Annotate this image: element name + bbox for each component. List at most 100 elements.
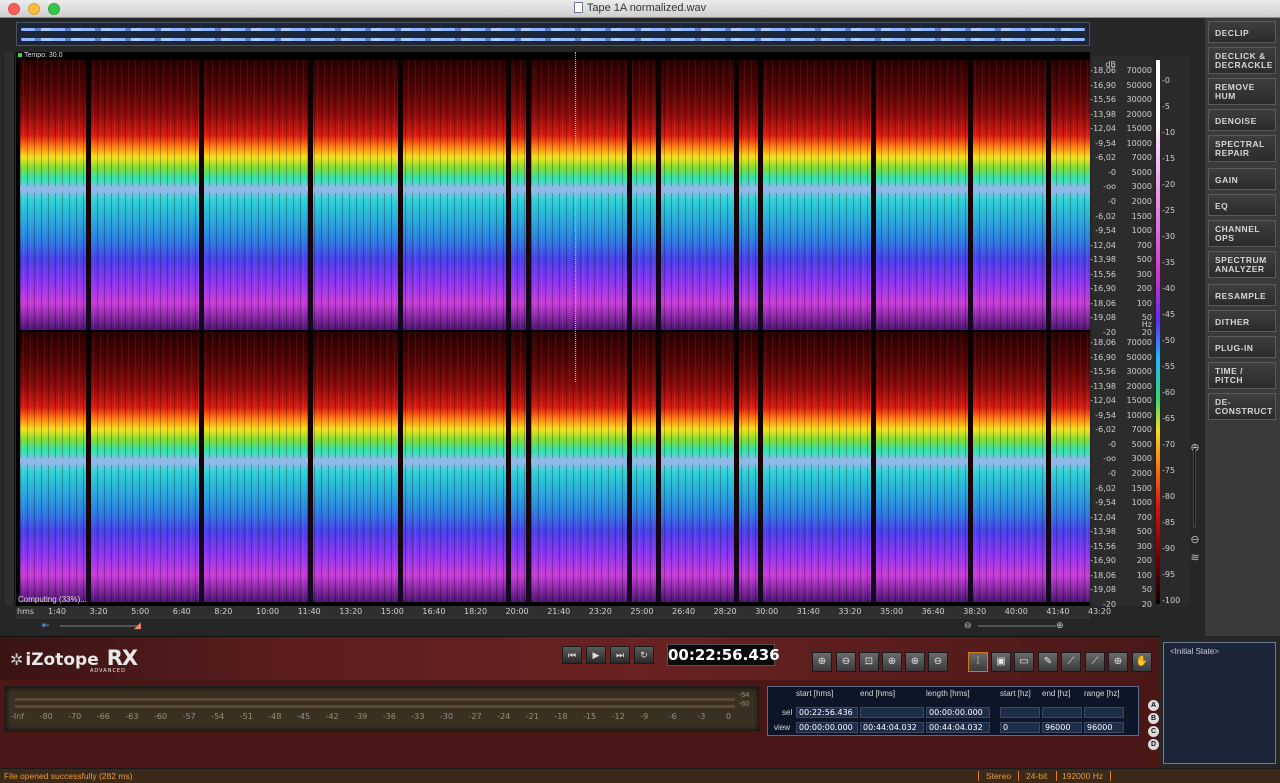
loop-button[interactable]: ↻: [634, 646, 654, 664]
module-declick-decrackle-button[interactable]: DECLICK & DECRACKLE: [1208, 47, 1276, 74]
hz-tick-label: 50: [1141, 313, 1152, 323]
view-range-hz-field[interactable]: 96000: [1084, 722, 1124, 733]
module-de-construct-button[interactable]: DE-CONSTRUCT: [1208, 393, 1276, 420]
zoom-vertical-tool-icon[interactable]: ⊖: [928, 652, 948, 672]
color-scale-tick: -60: [1162, 388, 1176, 397]
status-divider: [1110, 771, 1111, 781]
spectrogram-channel-left[interactable]: [20, 60, 1090, 330]
hz-tick-label: 1500: [1131, 211, 1152, 221]
meter-scale-label: -33: [411, 712, 425, 721]
horizontal-zoom-control[interactable]: ⇤ ◢ ⊖ ⊕: [16, 620, 1090, 632]
zoom-selection-tool-icon[interactable]: ⊕: [882, 652, 902, 672]
spectrogram-channel-right[interactable]: [20, 332, 1090, 602]
compare-b-button[interactable]: B: [1148, 713, 1159, 724]
silence-gap: [506, 332, 511, 602]
zoom-out-tool-icon[interactable]: ⊖: [836, 652, 856, 672]
module-declip-button[interactable]: DECLIP: [1208, 21, 1276, 43]
meter-scale-label: -30: [440, 712, 454, 721]
color-scale-tick: -45: [1162, 310, 1176, 319]
module-dither-button[interactable]: DITHER: [1208, 310, 1276, 332]
zoom-horizontal-tool-icon[interactable]: ⊕: [905, 652, 925, 672]
lasso-tool-icon[interactable]: ✎: [1038, 652, 1058, 672]
meter-scale-label: -66: [96, 712, 110, 721]
time-ruler-label: 3:20: [89, 607, 108, 616]
module-denoise-button[interactable]: DENOISE: [1208, 109, 1276, 131]
waveform-band: [20, 457, 1090, 465]
horizontal-zoom-slider[interactable]: [978, 625, 1056, 627]
view-end-field[interactable]: 00:44:04.032: [860, 722, 924, 733]
time-frequency-selection-tool-icon[interactable]: ▣: [991, 652, 1011, 672]
waveform-overview[interactable]: [16, 22, 1090, 46]
module-spectral-repair-button[interactable]: SPECTRAL REPAIR: [1208, 135, 1276, 162]
module-remove-hum-button[interactable]: REMOVE HUM: [1208, 78, 1276, 105]
module-spectrum-analyzer-button[interactable]: SPECTRUM ANALYZER: [1208, 251, 1276, 278]
hz-tick-label: 100: [1136, 298, 1152, 308]
module-plug-in-button[interactable]: PLUG-IN: [1208, 336, 1276, 358]
spectrogram-view[interactable]: Tempo: 30.0 Computing (33%)...: [16, 52, 1090, 606]
hz-tick-label: 300: [1136, 541, 1152, 551]
sel-end-hz-field[interactable]: [1042, 707, 1082, 718]
view-length-field[interactable]: 00:44:04.032: [926, 722, 990, 733]
go-to-start-button[interactable]: ⏮: [562, 646, 582, 664]
time-ruler-label: 20:00: [505, 607, 529, 616]
time-ruler-label: 6:40: [172, 607, 191, 616]
db-tick-label: -oo: [1103, 454, 1116, 464]
play-selection-button[interactable]: ⏭: [610, 646, 630, 664]
hz-tick-label: 5000: [1131, 439, 1152, 449]
channel-strip[interactable]: [5, 52, 15, 606]
db-tick-label: -13,98: [1090, 255, 1116, 265]
vertical-zoom-track[interactable]: [1193, 448, 1196, 528]
scroll-left-icon[interactable]: ⇤: [42, 620, 50, 631]
hz-tick-label: 20: [1141, 600, 1152, 609]
zoom-fit-tool-icon[interactable]: ⊡: [859, 652, 879, 672]
zoom-in-tool-icon[interactable]: ⊕: [812, 652, 832, 672]
silence-gap: [398, 332, 403, 602]
time-selection-tool-icon[interactable]: ⁞: [968, 652, 988, 672]
compare-c-button[interactable]: C: [1148, 726, 1159, 737]
zoom-out-vertical-icon[interactable]: ⊖: [1189, 534, 1201, 546]
timecode-display: 00:22:56.436: [667, 644, 780, 666]
play-button[interactable]: ▶: [586, 646, 606, 664]
frequency-selection-tool-icon[interactable]: ▭: [1014, 652, 1034, 672]
module-eq-button[interactable]: EQ: [1208, 194, 1276, 216]
db-tick-label: -6,02: [1095, 153, 1116, 163]
zoom-tool-icon[interactable]: ⊕: [1108, 652, 1128, 672]
view-start-field[interactable]: 00:00:00.000: [796, 722, 858, 733]
time-unit-label: hms: [17, 607, 35, 616]
playhead[interactable]: [575, 52, 576, 382]
db-scale: dB -18,06 -16,90 -15,56 -13,98 -12,04 -9,54 -6…: [1090, 56, 1118, 609]
hand-tool-icon[interactable]: ✋: [1132, 652, 1152, 672]
window-title: Tape 1A normalized.wav: [586, 2, 707, 14]
view-end-hz-field[interactable]: 96000: [1042, 722, 1082, 733]
logo-product: RX: [106, 646, 138, 670]
history-item[interactable]: <Initial State>: [1164, 643, 1275, 660]
module-channel-ops-button[interactable]: CHANNEL OPS: [1208, 220, 1276, 247]
silence-gap: [1046, 332, 1051, 602]
sel-range-hz-field[interactable]: [1084, 707, 1124, 718]
module-time-pitch-button[interactable]: TIME / PITCH: [1208, 362, 1276, 389]
waveform-spectrogram-blend-icon[interactable]: ◢: [134, 620, 141, 631]
module-gain-button[interactable]: GAIN: [1208, 168, 1276, 190]
view-start-hz-field[interactable]: 0: [1000, 722, 1040, 733]
sel-start-hz-field[interactable]: [1000, 707, 1040, 718]
horizontal-zoom-track[interactable]: [60, 625, 140, 627]
compare-a-button[interactable]: A: [1148, 700, 1159, 711]
sel-end-field[interactable]: [860, 707, 924, 718]
zoom-in-horizontal-icon[interactable]: ⊕: [1056, 620, 1064, 631]
history-panel: <Initial State>: [1163, 642, 1276, 764]
vertical-zoom-control[interactable]: ⊕ ⊖ ≋: [1188, 400, 1202, 580]
silence-gap: [871, 60, 876, 330]
db-tick-label: -16,90: [1090, 80, 1116, 90]
brush-tool-icon[interactable]: ⟋: [1061, 652, 1081, 672]
module-resample-button[interactable]: RESAMPLE: [1208, 284, 1276, 306]
time-ruler[interactable]: hms 1:40 3:20 5:00 6:40 8:20 10:00 11:40 13:20 1…: [16, 606, 1111, 619]
db-tick-label: -18,06: [1090, 66, 1116, 75]
magic-wand-tool-icon[interactable]: ⟋: [1085, 652, 1105, 672]
sel-start-field[interactable]: 00:22:56.436: [796, 707, 858, 718]
frequency-scale-icon[interactable]: ≋: [1189, 552, 1201, 564]
sel-length-field[interactable]: 00:00:00.000: [926, 707, 990, 718]
compare-d-button[interactable]: D: [1148, 739, 1159, 750]
db-tick-label: -12,04: [1090, 240, 1116, 250]
db-tick-label: -19,08: [1090, 585, 1116, 595]
zoom-out-horizontal-icon[interactable]: ⊖: [964, 620, 972, 631]
